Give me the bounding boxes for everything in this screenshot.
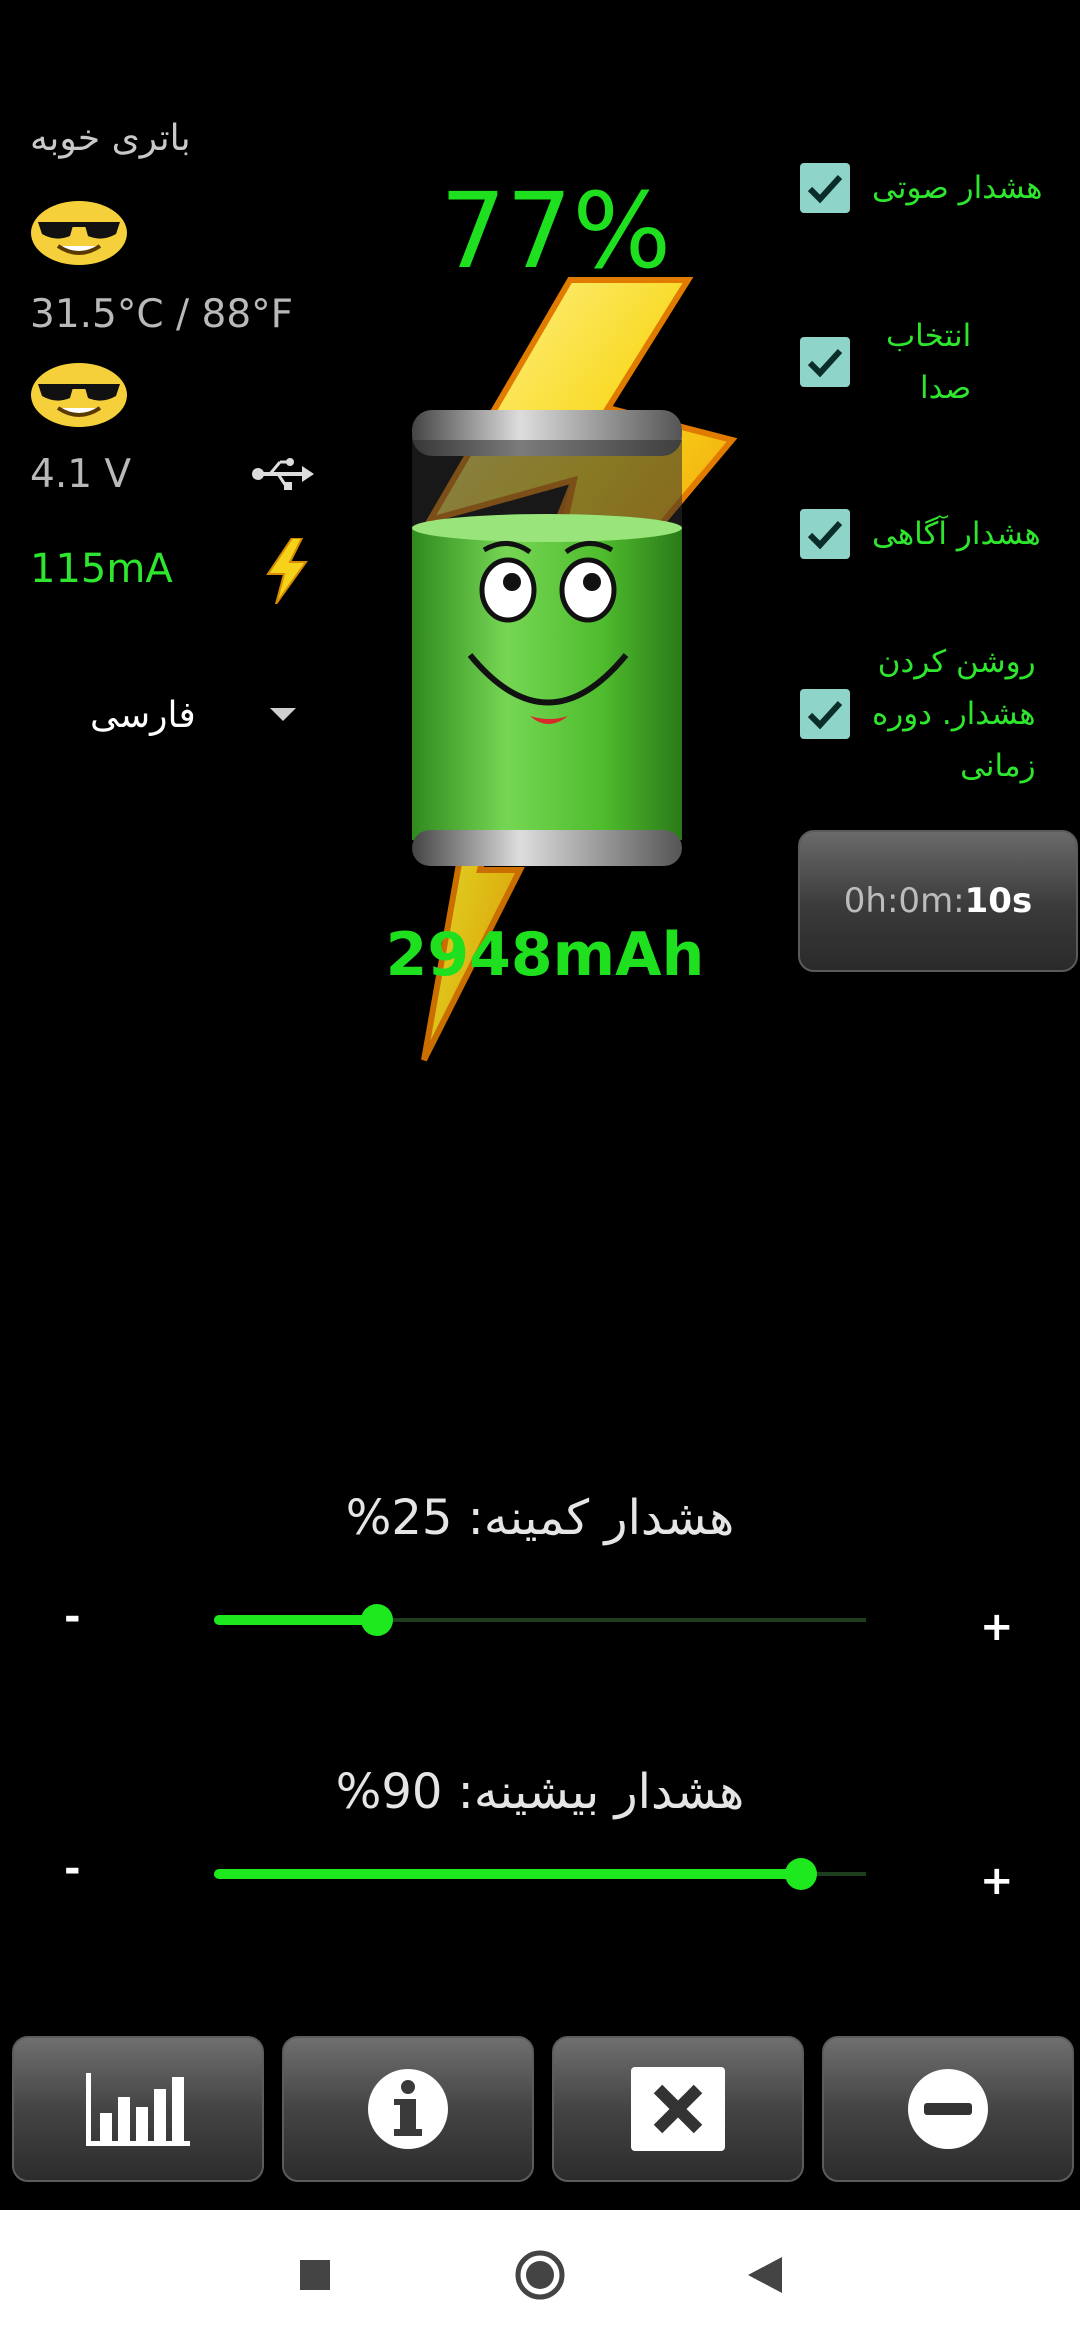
info-button[interactable]: [282, 2036, 534, 2182]
back-triangle-icon: [748, 2257, 782, 2293]
select-sound-option[interactable]: انتخاب صدا: [800, 310, 1070, 414]
system-navigation-bar: [0, 2210, 1080, 2340]
notification-alert-option[interactable]: هشدار آگاهی: [800, 508, 1070, 560]
max-alert-slider-fill: [214, 1869, 801, 1879]
sunglasses-smiley-icon: [31, 201, 127, 265]
close-icon: [631, 2067, 725, 2151]
battery-status-text: باتری خوبه: [30, 118, 191, 159]
screen: باتری خوبه 31.5°C / 88°F 4.1 V 115mA فار…: [0, 0, 1080, 2340]
min-alert-slider-fill: [214, 1615, 377, 1625]
min-alert-slider-thumb[interactable]: [361, 1604, 393, 1636]
check-icon: [807, 700, 843, 730]
sound-alert-option[interactable]: هشدار صوتی: [800, 162, 1070, 214]
max-alert-title: هشدار بیشینه: 90%: [335, 1764, 745, 1820]
max-alert-slider[interactable]: [214, 1858, 866, 1890]
minus-circle-icon: [908, 2069, 988, 2149]
timer-seconds: 10s: [964, 881, 1033, 921]
max-alert-increase-button[interactable]: +: [980, 1858, 1014, 1904]
sound-alert-checkbox[interactable]: [800, 163, 850, 213]
language-selected: فارسی: [90, 694, 196, 736]
select-sound-checkbox[interactable]: [800, 337, 850, 387]
periodic-alert-label: روشن کردن هشدار. دوره زمانی: [872, 644, 1036, 784]
min-alert-decrease-button[interactable]: -: [64, 1594, 81, 1640]
voltage-text: 4.1 V: [30, 452, 132, 497]
recents-square-icon: [300, 2260, 330, 2290]
periodic-alert-option[interactable]: روشن کردن هشدار. دوره زمانی: [800, 636, 1070, 792]
check-icon: [807, 348, 843, 378]
info-icon: [368, 2069, 448, 2149]
chevron-down-icon: [270, 708, 296, 721]
capacity-text: 2948mAh: [385, 920, 705, 990]
min-alert-title: هشدار کمینه: 25%: [345, 1490, 735, 1546]
max-alert-slider-thumb[interactable]: [784, 1858, 817, 1890]
min-alert-slider[interactable]: [214, 1604, 866, 1636]
current-text: 115mA: [30, 546, 173, 592]
interval-timer-button[interactable]: 0h:0m: 10s: [798, 830, 1078, 972]
language-dropdown[interactable]: فارسی: [90, 682, 310, 748]
check-icon: [807, 520, 843, 550]
usb-icon: [252, 458, 314, 490]
home-button[interactable]: [500, 2210, 580, 2340]
temperature-text: 31.5°C / 88°F: [30, 292, 294, 337]
sunglasses-smiley-icon: [31, 363, 127, 427]
notification-alert-label: هشدار آگاهی: [872, 516, 1041, 552]
min-alert-increase-button[interactable]: +: [980, 1604, 1014, 1650]
history-chart-button[interactable]: [12, 2036, 264, 2182]
chart-icon: [86, 2073, 190, 2146]
back-button[interactable]: [730, 2210, 800, 2340]
notification-alert-checkbox[interactable]: [800, 509, 850, 559]
check-icon: [807, 174, 843, 204]
close-app-button[interactable]: [552, 2036, 804, 2182]
select-sound-label: انتخاب صدا: [886, 318, 972, 406]
home-circle-icon: [515, 2250, 565, 2300]
periodic-alert-checkbox[interactable]: [800, 689, 850, 739]
timer-prefix: 0h:0m:: [843, 881, 965, 921]
charging-bolt-icon: [266, 538, 308, 604]
max-alert-decrease-button[interactable]: -: [64, 1846, 81, 1892]
recents-button[interactable]: [280, 2210, 350, 2340]
minimize-button[interactable]: [822, 2036, 1074, 2182]
sound-alert-label: هشدار صوتی: [872, 170, 1043, 206]
